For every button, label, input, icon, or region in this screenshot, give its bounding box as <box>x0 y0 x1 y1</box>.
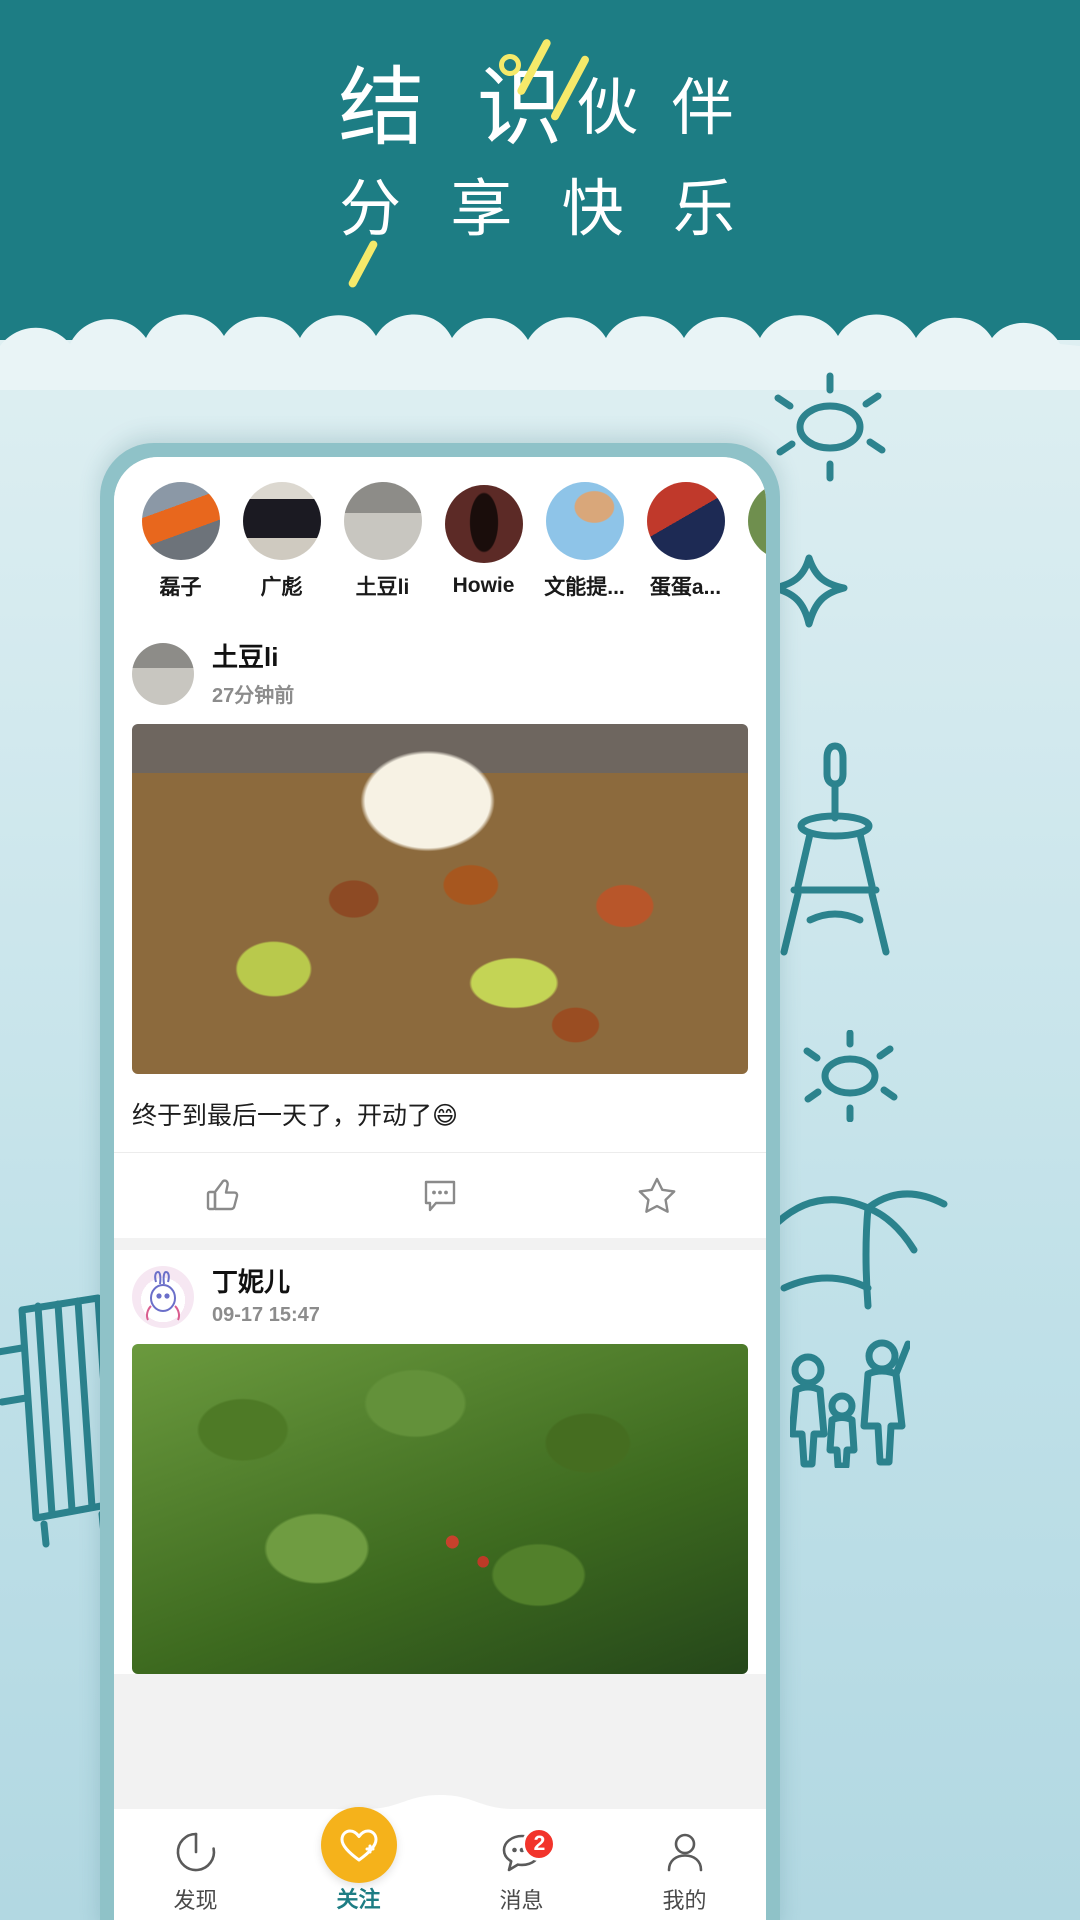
tab-profile[interactable]: 我的 <box>603 1811 766 1920</box>
headline-line1-primary: 结 识 <box>338 60 577 156</box>
post-author-avatar[interactable] <box>132 643 194 706</box>
post-photo[interactable] <box>132 723 748 1074</box>
rabbit-avatar-icon <box>146 1270 180 1320</box>
story-avatar[interactable] <box>141 481 220 560</box>
story-name: Howie <box>452 573 515 597</box>
tab-label: 发现 <box>173 1888 218 1913</box>
headline-line2: 分 享 快 乐 <box>339 175 751 245</box>
story-name: 蛋蛋a... <box>649 575 722 599</box>
feed-post[interactable]: 土豆li 27分钟前 终于到最后一天了，开动了😄 <box>114 625 766 1238</box>
post-caption: 终于到最后一天了，开动了😄 <box>132 1101 459 1130</box>
star-doodle-icon <box>770 554 848 628</box>
story-avatar[interactable] <box>343 481 422 560</box>
phone-screen: 磊子 广彪 土豆li Howie 文能提... 蛋蛋a... 土豆li 27分钟… <box>114 457 766 1920</box>
tab-follow[interactable]: 关注 <box>277 1807 440 1920</box>
story-avatar[interactable] <box>747 481 766 560</box>
story-avatar[interactable] <box>545 481 624 560</box>
post-timestamp: 09-17 15:47 <box>212 1303 320 1326</box>
story-avatar[interactable] <box>242 481 321 560</box>
family-doodle-icon <box>790 1339 910 1468</box>
story-avatar[interactable] <box>444 484 523 563</box>
tab-label: 我的 <box>662 1888 707 1913</box>
hero-headline: 结 识伙 伴 分 享 快 乐 <box>0 58 1080 248</box>
story-item[interactable]: Howie <box>433 484 534 598</box>
message-badge: 2 <box>522 1827 557 1861</box>
eiffel-tower-doodle-icon <box>780 742 890 956</box>
post-timestamp: 27分钟前 <box>212 684 295 707</box>
palm-tree-doodle-icon <box>774 1190 948 1310</box>
tab-label: 关注 <box>336 1887 381 1912</box>
story-item[interactable]: 磊子 <box>130 481 231 601</box>
post-photo[interactable] <box>132 1343 748 1674</box>
post-header: 土豆li 27分钟前 <box>114 625 766 720</box>
story-name: 磊子 <box>159 575 202 599</box>
story-item[interactable]: 广彪 <box>231 481 332 601</box>
person-icon <box>662 1829 708 1875</box>
story-avatar[interactable] <box>646 481 725 560</box>
tab-discover[interactable]: 发现 <box>114 1811 277 1920</box>
story-item[interactable]: 快 <box>736 481 766 601</box>
post-author-name: 丁妮儿 <box>212 1267 291 1298</box>
headline-line1-secondary: 伙 伴 <box>576 74 742 143</box>
post-action-bar <box>114 1151 766 1238</box>
post-header: 丁妮儿 09-17 15:47 <box>114 1250 766 1340</box>
post-author-avatar[interactable] <box>132 1265 194 1328</box>
cloud-divider <box>0 314 1080 390</box>
story-item[interactable]: 土豆li <box>332 481 433 601</box>
favorite-button[interactable] <box>549 1174 766 1216</box>
heart-plus-icon <box>340 1829 377 1862</box>
story-name: 文能提... <box>544 575 625 599</box>
star-icon <box>638 1177 676 1213</box>
hero-banner: 结 识伙 伴 分 享 快 乐 <box>0 0 1080 340</box>
story-name: 土豆li <box>355 575 410 599</box>
story-name: 广彪 <box>260 575 303 599</box>
phone-mockup: 磊子 广彪 土豆li Howie 文能提... 蛋蛋a... 土豆li 27分钟… <box>100 443 780 1920</box>
heart-plus-fab[interactable] <box>320 1807 397 1883</box>
thumbs-up-icon <box>206 1179 238 1211</box>
tab-label: 消息 <box>499 1888 544 1913</box>
feed-post[interactable]: 丁妮儿 09-17 15:47 <box>114 1249 766 1674</box>
story-item[interactable]: 蛋蛋a... <box>635 481 736 601</box>
spark-ring-icon <box>499 54 521 76</box>
chat-bubble-icon: 2 <box>499 1827 557 1875</box>
story-row[interactable]: 磊子 广彪 土豆li Howie 文能提... 蛋蛋a... <box>114 457 766 625</box>
like-button[interactable] <box>114 1174 331 1216</box>
sun-doodle-top-icon <box>774 372 886 482</box>
post-author-name: 土豆li <box>212 642 279 672</box>
comment-bubble-icon <box>424 1180 456 1212</box>
compass-icon <box>173 1829 219 1875</box>
comment-button[interactable] <box>331 1174 548 1216</box>
feed-list[interactable]: 土豆li 27分钟前 终于到最后一天了，开动了😄 丁妮儿 09-17 15:47 <box>114 625 766 1920</box>
sun-doodle-bottom-icon <box>803 1030 898 1122</box>
tab-messages[interactable]: 2 消息 <box>440 1811 603 1920</box>
story-item[interactable]: 文能提... <box>534 481 635 601</box>
bottom-tab-bar[interactable]: 发现 关注 2 消息 我的 <box>114 1795 766 1920</box>
